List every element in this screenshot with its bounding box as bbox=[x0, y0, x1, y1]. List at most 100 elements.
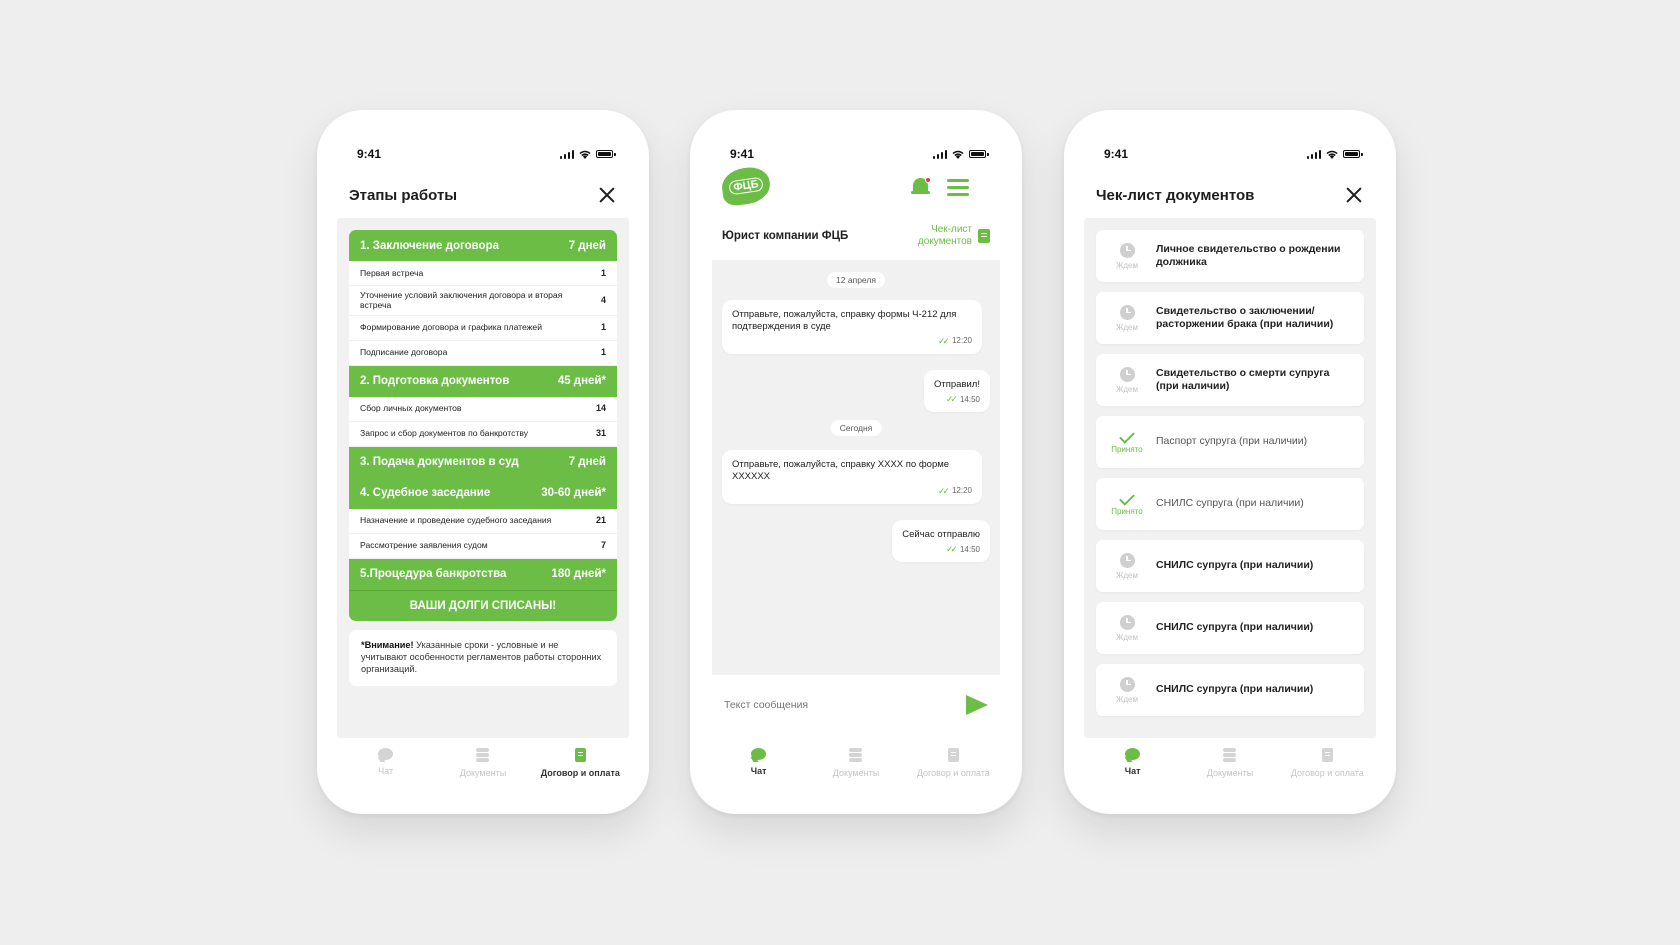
tab-label: Чат bbox=[378, 766, 394, 776]
item-text: СНИЛС супруга (при наличии) bbox=[1156, 621, 1314, 634]
checklist-item[interactable]: Ждем Свидетельство о заключении/ расторже… bbox=[1096, 292, 1364, 344]
close-icon[interactable] bbox=[597, 185, 617, 205]
tab-chat[interactable]: Чат bbox=[713, 748, 805, 776]
stage-header[interactable]: 2. Подготовка документов 45 дней* bbox=[349, 365, 617, 397]
bell-icon[interactable] bbox=[910, 176, 932, 198]
tab-bar: Чат Документы Договор и оплата bbox=[710, 738, 1002, 798]
tab-chat[interactable]: Чат bbox=[1087, 748, 1179, 776]
checklist-item[interactable]: Ждем СНИЛС супруга (при наличии) bbox=[1096, 602, 1364, 654]
clock-icon bbox=[1119, 676, 1135, 692]
tab-documents[interactable]: Документы bbox=[810, 748, 902, 778]
checklist-item[interactable]: Принято Паспорт супруга (при наличии) bbox=[1096, 416, 1364, 468]
message-incoming: Отправьте, пожалуйста, справку формы Ч-2… bbox=[722, 300, 982, 354]
chat-icon bbox=[1125, 748, 1141, 760]
battery-icon bbox=[969, 150, 989, 158]
tab-documents[interactable]: Документы bbox=[1184, 748, 1276, 778]
step-label: Рассмотрение заявления судом bbox=[360, 540, 488, 551]
tab-contract[interactable]: Договор и оплата bbox=[907, 748, 999, 778]
tab-contract[interactable]: Договор и оплата bbox=[1281, 748, 1373, 778]
double-check-icon: ✓✓ bbox=[937, 485, 950, 496]
tab-label: Договор и оплата bbox=[540, 768, 620, 778]
signal-icon bbox=[559, 149, 574, 159]
signal-icon bbox=[1306, 149, 1321, 159]
message-input[interactable] bbox=[724, 699, 924, 711]
checklist-item[interactable]: Ждем СНИЛС супруга (при наличии) bbox=[1096, 540, 1364, 592]
checklist-link[interactable]: Чек-лист документов bbox=[902, 224, 990, 248]
logo[interactable]: ФЦБ bbox=[719, 164, 773, 208]
documents-icon bbox=[849, 748, 863, 762]
close-icon[interactable] bbox=[1344, 185, 1364, 205]
message-text: Отправьте, пожалуйста, справку формы Ч-2… bbox=[732, 309, 957, 332]
item-status: Принято bbox=[1106, 428, 1148, 454]
note-bold: *Внимание! bbox=[361, 640, 414, 650]
documents-icon bbox=[1223, 748, 1237, 762]
message-time: 12:20 bbox=[951, 336, 972, 346]
double-check-icon: ✓✓ bbox=[937, 335, 950, 346]
item-status: Ждем bbox=[1106, 614, 1148, 642]
notification-dot bbox=[925, 177, 931, 183]
item-status: Ждем bbox=[1106, 676, 1148, 704]
double-check-icon: ✓✓ bbox=[945, 393, 958, 404]
clock-icon bbox=[1119, 552, 1135, 568]
tab-bar: Чат Документы Договор и оплата bbox=[1084, 738, 1376, 798]
phone-stages: 9:41 Этапы работы 1. Заключение договора… bbox=[317, 110, 649, 814]
status-label: Ждем bbox=[1115, 260, 1138, 270]
step-label: Формирование договора и графика платежей bbox=[360, 322, 543, 333]
menu-icon[interactable] bbox=[947, 179, 969, 197]
tab-documents[interactable]: Документы bbox=[437, 748, 529, 778]
tab-label: Договор и оплата bbox=[916, 768, 990, 778]
wifi-icon bbox=[952, 150, 964, 159]
status-time: 9:41 bbox=[1104, 147, 1129, 161]
clock-icon bbox=[1119, 242, 1135, 258]
phone-checklist: 9:41 Чек-лист документов Ждем Личное свид… bbox=[1064, 110, 1396, 814]
step-days: 21 bbox=[595, 515, 606, 526]
status-icons bbox=[1306, 149, 1363, 159]
stage-header[interactable]: 1. Заключение договора 7 дней bbox=[349, 230, 617, 261]
chat-icon bbox=[751, 748, 767, 760]
check-icon bbox=[1119, 490, 1135, 506]
wifi-icon bbox=[1326, 150, 1338, 159]
item-text: Личное свидетельство о рождении должника bbox=[1156, 242, 1341, 268]
tab-contract[interactable]: Договор и оплата bbox=[534, 748, 626, 778]
send-icon[interactable] bbox=[966, 695, 988, 715]
stage-days: 180 дней* bbox=[551, 568, 606, 581]
checklist: Ждем Личное свидетельство о рождении долж… bbox=[1096, 230, 1364, 726]
step-days: 31 bbox=[595, 428, 606, 439]
documents-icon bbox=[476, 748, 490, 762]
message-incoming: Отправьте, пожалуйста, справку ХХХХ по ф… bbox=[722, 450, 982, 504]
stages-content: 1. Заключение договора 7 дней Первая встре… bbox=[337, 218, 629, 738]
step-days: 7 bbox=[600, 540, 606, 551]
message-text: Сейчас отправлю bbox=[902, 529, 980, 540]
checklist-item[interactable]: Ждем СНИЛС супруга (при наличии) bbox=[1096, 664, 1364, 716]
item-status: Принято bbox=[1106, 490, 1148, 516]
message-time: 14:50 bbox=[959, 544, 980, 554]
checklist-item[interactable]: Принято СНИЛС супруга (при наличии) bbox=[1096, 478, 1364, 530]
message-text: Отправьте, пожалуйста, справку ХХХХ по ф… bbox=[732, 459, 950, 482]
status-label: Ждем bbox=[1115, 694, 1138, 704]
stage-header[interactable]: 4. Судебное заседание 30-60 дней* bbox=[349, 477, 617, 509]
tab-chat[interactable]: Чат bbox=[340, 748, 432, 776]
message-time: 12:20 bbox=[951, 486, 972, 496]
stage-days: 7 дней bbox=[568, 239, 606, 252]
stage-header[interactable]: 3. Подача документов в суд 7 дней bbox=[349, 446, 617, 478]
battery-icon bbox=[596, 150, 616, 158]
step-days: 1 bbox=[600, 267, 606, 278]
step-days: 14 bbox=[595, 403, 606, 414]
message-composer bbox=[712, 680, 1000, 730]
checklist-item[interactable]: Ждем Личное свидетельство о рождении долж… bbox=[1096, 230, 1364, 282]
checklist-item[interactable]: Ждем Свидетельство о смерти супруга (при … bbox=[1096, 354, 1364, 406]
check-icon bbox=[1119, 428, 1135, 444]
stage-header[interactable]: 5.Процедура банкротства 180 дней* bbox=[349, 558, 617, 590]
checklist-content: Ждем Личное свидетельство о рождении долж… bbox=[1084, 218, 1376, 738]
stage-title: 1. Заключение договора bbox=[360, 239, 499, 252]
stage-step-row: Формирование договора и графика платежей… bbox=[349, 315, 617, 341]
step-label: Назначение и проведение судебного заседа… bbox=[360, 515, 552, 526]
tab-label: Документы bbox=[459, 768, 507, 778]
step-label: Подписание договора bbox=[360, 347, 448, 358]
item-status: Ждем bbox=[1106, 366, 1148, 394]
signal-icon bbox=[932, 149, 947, 159]
stage-days: 45 дней* bbox=[557, 375, 606, 388]
stage-step-row: Уточнение условий заключения договора и … bbox=[349, 286, 617, 316]
message-outgoing: Сейчас отправлю ✓✓ 14:50 bbox=[892, 520, 990, 563]
item-text: СНИЛС супруга (при наличии) bbox=[1156, 559, 1314, 572]
